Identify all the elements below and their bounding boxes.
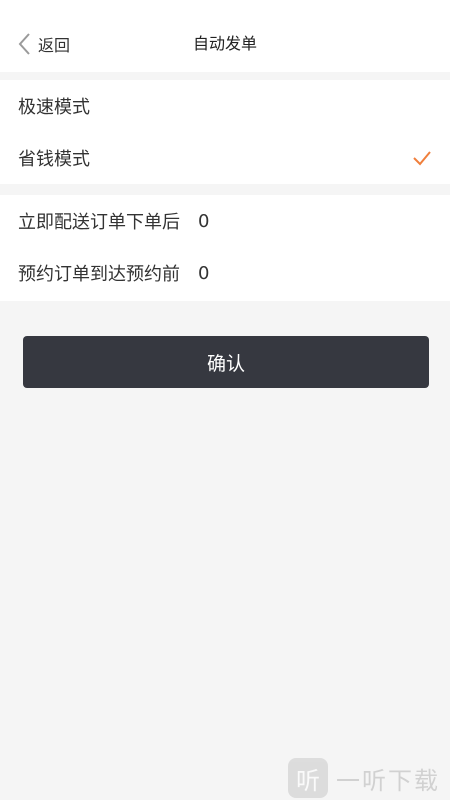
timing-row-reservation[interactable]: 预约订单到达预约前 0	[0, 247, 450, 299]
timing-label: 预约订单到达预约前	[18, 264, 180, 285]
nav-bar: 返回 自动发单	[0, 0, 450, 72]
mode-list: 极速模式 省钱模式	[0, 80, 450, 184]
timing-list: 立即配送订单下单后 0 预约订单到达预约前 0	[0, 195, 450, 301]
page-title: 自动发单	[192, 34, 257, 53]
timing-label: 立即配送订单下单后	[18, 212, 180, 233]
mode-option-label: 极速模式	[18, 97, 90, 118]
watermark-logo-icon: 听	[288, 758, 328, 798]
mode-option-label: 省钱模式	[18, 149, 90, 170]
checkmark-icon	[413, 151, 431, 166]
watermark: 听 一听下载	[288, 756, 450, 800]
mode-option-fast[interactable]: 极速模式	[0, 80, 450, 132]
watermark-text: 一听下载	[336, 766, 440, 795]
confirm-button[interactable]: 确认	[23, 336, 429, 388]
mode-option-economy[interactable]: 省钱模式	[0, 132, 450, 184]
timing-row-immediate[interactable]: 立即配送订单下单后 0	[0, 195, 450, 247]
timing-value[interactable]: 0	[198, 211, 209, 232]
timing-value[interactable]: 0	[198, 263, 209, 284]
